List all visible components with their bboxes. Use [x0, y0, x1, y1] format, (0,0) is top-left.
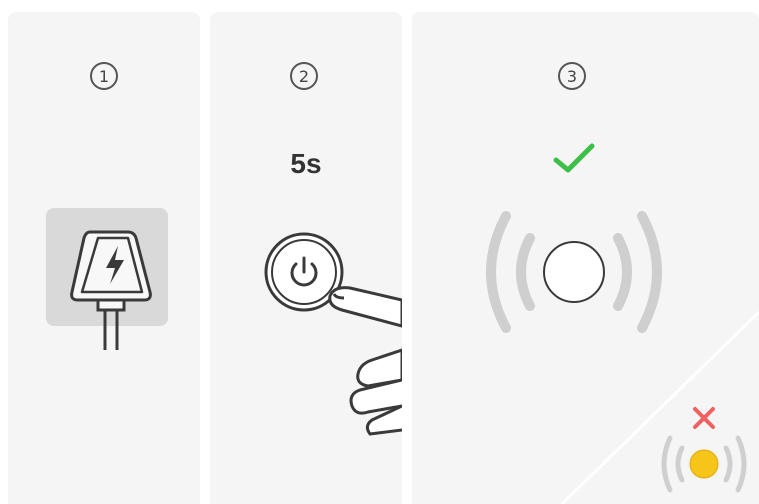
step-1-number: 1 [90, 62, 118, 90]
charger-icon [46, 208, 168, 350]
yellow-signal-icon [661, 435, 747, 493]
step-2-number: 2 [290, 62, 318, 90]
x-icon [693, 407, 715, 429]
step-2-panel: 2 5s [210, 12, 402, 504]
step-3-panel: 3 [412, 12, 759, 504]
press-duration-label: 5s [290, 148, 322, 179]
power-button-icon [264, 232, 402, 436]
hand-icon [328, 286, 402, 436]
step-1-panel: 1 [8, 12, 200, 504]
diagonal-divider [560, 310, 759, 504]
